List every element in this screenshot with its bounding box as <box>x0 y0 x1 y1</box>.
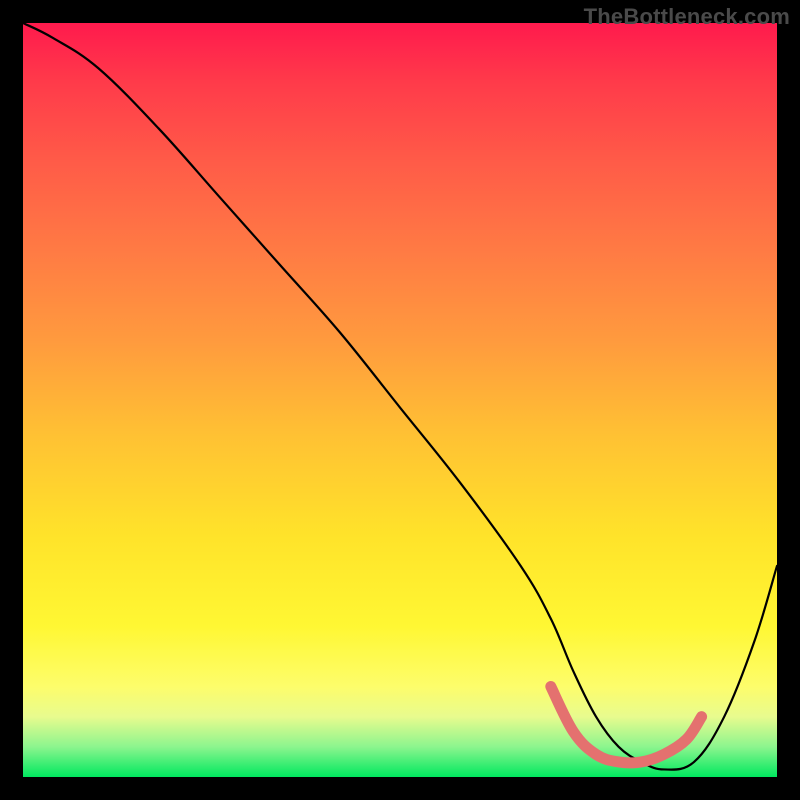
bottleneck-curve-path <box>23 23 777 770</box>
chart-frame: TheBottleneck.com <box>0 0 800 800</box>
optimal-range-marker-path <box>551 687 702 763</box>
watermark-text: TheBottleneck.com <box>584 4 790 30</box>
chart-svg <box>23 23 777 777</box>
plot-area <box>23 23 777 777</box>
